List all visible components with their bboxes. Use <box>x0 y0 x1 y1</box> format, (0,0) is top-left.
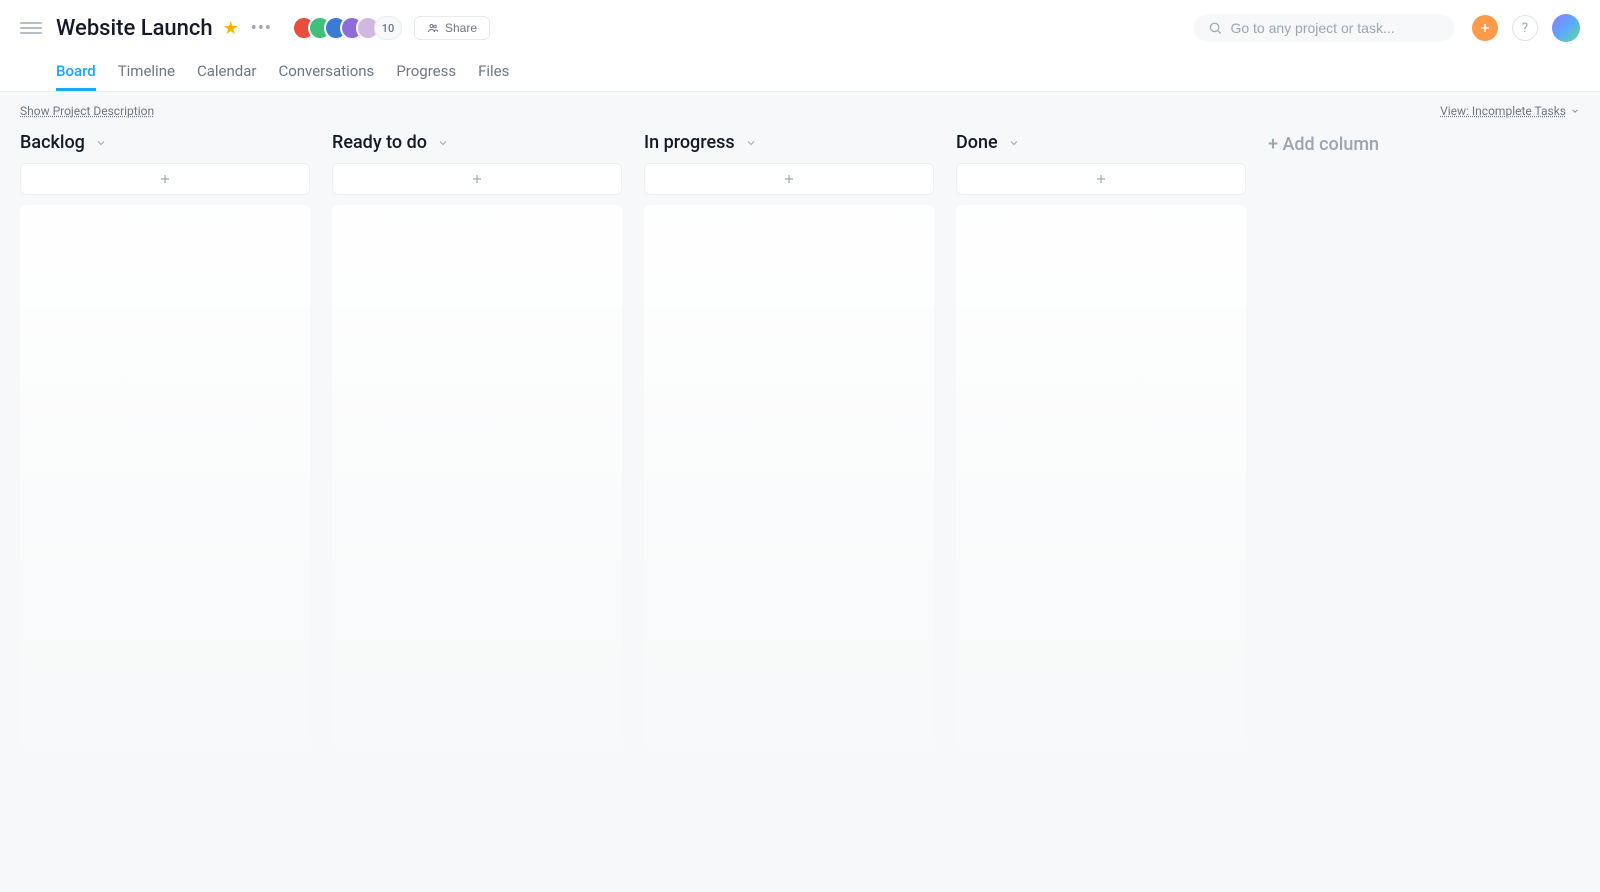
add-task-button[interactable] <box>644 163 934 195</box>
column-ready: Ready to do <box>332 132 622 805</box>
show-description-link[interactable]: Show Project Description <box>20 104 154 118</box>
plus-icon <box>470 172 484 186</box>
menu-icon[interactable] <box>20 17 42 39</box>
column-header[interactable]: Backlog <box>20 132 310 153</box>
help-button[interactable]: ? <box>1512 15 1538 41</box>
board-toolbar: Show Project Description View: Incomplet… <box>20 104 1580 118</box>
search-input[interactable] <box>1230 20 1440 36</box>
card-list[interactable] <box>644 205 934 805</box>
column-backlog: Backlog <box>20 132 310 805</box>
column-title: In progress <box>644 132 735 153</box>
view-filter-label: View: Incomplete Tasks <box>1440 104 1566 118</box>
card-list[interactable] <box>956 205 1246 805</box>
add-task-button[interactable] <box>20 163 310 195</box>
user-avatar[interactable] <box>1552 14 1580 42</box>
search-box[interactable] <box>1194 14 1454 42</box>
star-icon[interactable]: ★ <box>223 18 239 39</box>
add-task-button[interactable] <box>956 163 1246 195</box>
column-header[interactable]: In progress <box>644 132 934 153</box>
chevron-down-icon <box>95 137 107 149</box>
column-title: Ready to do <box>332 132 427 153</box>
tab-files[interactable]: Files <box>478 54 509 91</box>
board-area: Show Project Description View: Incomplet… <box>0 92 1600 892</box>
member-avatars[interactable]: 10 <box>292 16 402 40</box>
add-task-button[interactable] <box>332 163 622 195</box>
column-title: Done <box>956 132 998 153</box>
avatar-overflow-count[interactable]: 10 <box>374 16 402 40</box>
tab-calendar[interactable]: Calendar <box>197 54 257 91</box>
app-root: Website Launch ★ ••• 10 Share <box>0 0 1600 892</box>
chevron-down-icon <box>1008 137 1020 149</box>
tab-progress[interactable]: Progress <box>396 54 456 91</box>
card-list[interactable] <box>332 205 622 805</box>
topbar-row: Website Launch ★ ••• 10 Share <box>20 8 1580 48</box>
plus-icon <box>1478 21 1492 35</box>
column-done: Done <box>956 132 1246 805</box>
topbar: Website Launch ★ ••• 10 Share <box>0 0 1600 92</box>
add-column-button[interactable]: + Add column <box>1268 132 1379 155</box>
global-add-button[interactable] <box>1472 15 1498 41</box>
column-in-progress: In progress <box>644 132 934 805</box>
plus-icon <box>782 172 796 186</box>
chevron-down-icon <box>437 137 449 149</box>
share-label: Share <box>445 21 477 35</box>
column-header[interactable]: Ready to do <box>332 132 622 153</box>
tab-timeline[interactable]: Timeline <box>118 54 175 91</box>
view-filter-link[interactable]: View: Incomplete Tasks <box>1440 104 1580 118</box>
plus-icon <box>158 172 172 186</box>
people-icon <box>427 22 439 34</box>
board-columns: Backlog Ready to do <box>20 132 1580 805</box>
column-header[interactable]: Done <box>956 132 1246 153</box>
more-icon[interactable]: ••• <box>251 18 272 39</box>
tab-board[interactable]: Board <box>56 54 96 91</box>
search-icon <box>1208 20 1222 36</box>
chevron-down-icon <box>1570 106 1580 116</box>
share-button[interactable]: Share <box>414 16 490 40</box>
tab-conversations[interactable]: Conversations <box>278 54 374 91</box>
column-title: Backlog <box>20 132 85 153</box>
plus-icon <box>1094 172 1108 186</box>
project-tabs: Board Timeline Calendar Conversations Pr… <box>56 54 1580 91</box>
project-title[interactable]: Website Launch <box>56 16 213 41</box>
card-list[interactable] <box>20 205 310 805</box>
chevron-down-icon <box>745 137 757 149</box>
